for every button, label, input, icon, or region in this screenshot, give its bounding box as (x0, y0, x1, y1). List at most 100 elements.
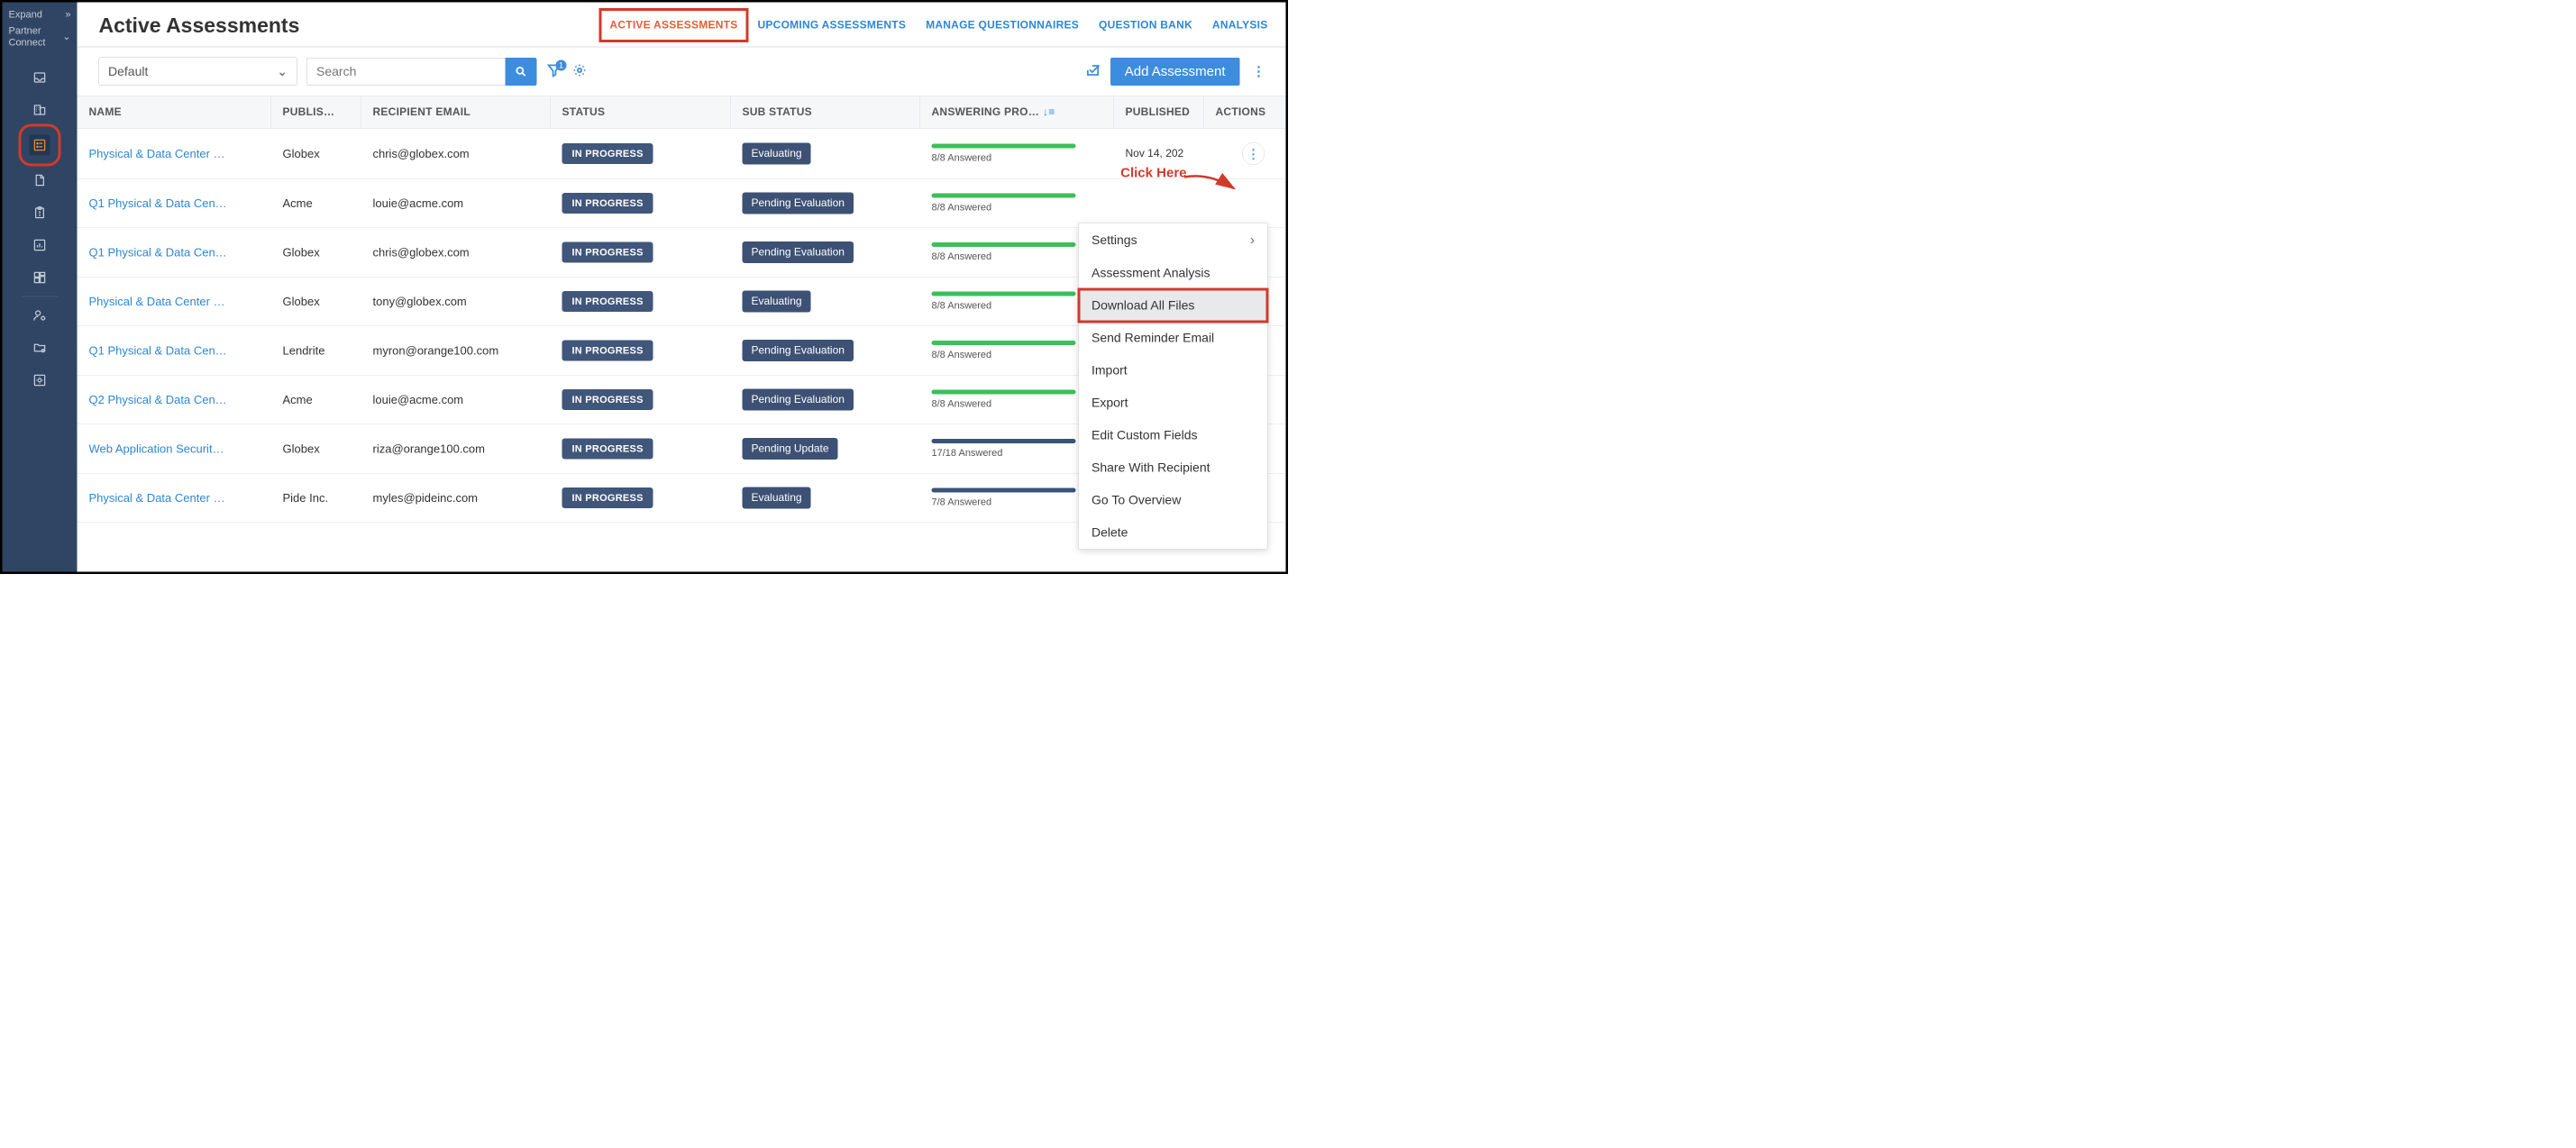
table-row: Physical & Data Center …Globexchris@glob… (78, 129, 1286, 179)
cell-publisher: Pide Inc. (271, 478, 361, 519)
menu-delete[interactable]: Delete (1079, 516, 1267, 549)
cell-publisher: Acme (271, 379, 361, 421)
progress-text: 8/8 Answered (932, 152, 1102, 164)
cell-publisher: Globex (271, 133, 361, 175)
search-input[interactable] (307, 58, 506, 86)
cell-email: myron@orange100.com (361, 330, 551, 371)
menu-share-recipient[interactable]: Share With Recipient (1079, 451, 1267, 484)
tab-active-assessments[interactable]: ACTIVE ASSESSMENTS (609, 19, 737, 32)
cell-status: IN PROGRESS (551, 327, 731, 375)
cell-email: louie@acme.com (361, 379, 551, 421)
menu-send-reminder[interactable]: Send Reminder Email (1079, 322, 1267, 354)
substatus-badge: Pending Evaluation (743, 193, 854, 214)
settings-icon[interactable] (32, 373, 48, 388)
menu-download-all-files[interactable]: Download All Files (1079, 289, 1267, 322)
sidebar-expand-label: Expand (9, 9, 42, 21)
add-assessment-button[interactable]: Add Assessment (1110, 58, 1240, 86)
sidebar-nav-2 (3, 308, 78, 388)
col-substatus[interactable]: SUB STATUS (731, 96, 920, 129)
row-actions-menu: Settings Assessment Analysis Download Al… (1079, 223, 1268, 550)
cell-actions (1204, 190, 1286, 217)
cell-substatus: Evaluating (731, 278, 920, 326)
progress-text: 17/18 Answered (932, 447, 1102, 459)
cell-publisher: Lendrite (271, 330, 361, 371)
status-badge: IN PROGRESS (562, 389, 653, 410)
substatus-badge: Evaluating (743, 487, 811, 509)
substatus-badge: Evaluating (743, 143, 811, 165)
status-badge: IN PROGRESS (562, 242, 653, 263)
cell-name[interactable]: Web Application Securit… (78, 428, 271, 469)
cell-name[interactable]: Physical & Data Center … (78, 478, 271, 519)
col-actions: ACTIONS (1204, 96, 1286, 129)
status-badge: IN PROGRESS (562, 439, 653, 460)
col-status[interactable]: STATUS (551, 96, 731, 129)
clipboard-alert-icon[interactable] (32, 205, 48, 221)
cell-progress: 8/8 Answered (920, 180, 1114, 227)
tab-manage-questionnaires[interactable]: MANAGE QUESTIONNAIRES (926, 19, 1079, 32)
col-name[interactable]: NAME (78, 96, 271, 129)
row-actions-button[interactable]: ⋮ (1242, 142, 1265, 165)
settings-gear-button[interactable] (572, 63, 588, 81)
menu-settings[interactable]: Settings (1079, 223, 1267, 257)
menu-import[interactable]: Import (1079, 354, 1267, 387)
progress-bar (932, 194, 1076, 198)
substatus-badge: Pending Evaluation (743, 241, 854, 263)
menu-edit-custom-fields[interactable]: Edit Custom Fields (1079, 419, 1267, 451)
building-icon[interactable] (32, 103, 48, 118)
cell-actions: ⋮ (1204, 129, 1286, 178)
tab-analysis[interactable]: ANALYSIS (1212, 19, 1268, 32)
cell-publisher: Globex (271, 232, 361, 273)
view-selector[interactable]: Default ⌄ (99, 58, 297, 87)
top-bar: Active Assessments ACTIVE ASSESSMENTS UP… (78, 3, 1286, 48)
view-selector-value: Default (108, 64, 148, 78)
cell-status: IN PROGRESS (551, 425, 731, 473)
checkbox-icon (1085, 63, 1101, 78)
cell-email: myles@pideinc.com (361, 478, 551, 519)
sidebar-divider (22, 296, 58, 297)
col-published[interactable]: PUBLISHED (1114, 96, 1204, 129)
menu-export[interactable]: Export (1079, 387, 1267, 419)
chevron-down-icon: ⌄ (277, 64, 288, 79)
col-email[interactable]: RECIPIENT EMAIL (361, 96, 551, 129)
cell-name[interactable]: Physical & Data Center … (78, 133, 271, 175)
cell-email: tony@globex.com (361, 281, 551, 323)
user-settings-icon[interactable] (32, 308, 48, 323)
filter-count-badge: 1 (556, 60, 567, 71)
assessments-icon[interactable] (30, 135, 50, 156)
cell-name[interactable]: Q1 Physical & Data Cen… (78, 330, 271, 371)
table-row: Q1 Physical & Data Cen…Acmelouie@acme.co… (78, 179, 1286, 229)
dashboard-icon[interactable] (32, 270, 48, 286)
search-button[interactable] (506, 58, 537, 86)
progress-text: 8/8 Answered (932, 300, 1102, 312)
cell-progress: 8/8 Answered (920, 131, 1114, 178)
sidebar-connect[interactable]: Partner Connect ⌄ (3, 24, 78, 58)
cell-name[interactable]: Q2 Physical & Data Cen… (78, 379, 271, 421)
cell-email: chris@globex.com (361, 232, 551, 273)
tab-upcoming-assessments[interactable]: UPCOMING ASSESSMENTS (757, 19, 906, 32)
cell-publisher: Globex (271, 281, 361, 323)
inbox-icon[interactable] (32, 70, 48, 86)
checkbox-button[interactable] (1085, 63, 1101, 81)
folder-settings-icon[interactable] (32, 341, 48, 356)
col-publisher[interactable]: PUBLIS… (271, 96, 361, 129)
progress-text: 8/8 Answered (932, 349, 1102, 360)
chevron-down-icon: ⌄ (62, 31, 70, 42)
menu-assessment-analysis[interactable]: Assessment Analysis (1079, 257, 1267, 289)
sidebar-expand[interactable]: Expand » (3, 3, 78, 24)
document-icon[interactable] (32, 173, 48, 188)
cell-email: riza@orange100.com (361, 428, 551, 469)
menu-go-to-overview[interactable]: Go To Overview (1079, 484, 1267, 516)
cell-substatus: Pending Evaluation (731, 179, 920, 228)
progress-bar (932, 292, 1076, 296)
substatus-badge: Evaluating (743, 291, 811, 313)
cell-name[interactable]: Q1 Physical & Data Cen… (78, 232, 271, 273)
col-progress[interactable]: ANSWERING PRO…↓≡ (920, 96, 1114, 129)
search-wrap (307, 58, 537, 86)
cell-name[interactable]: Physical & Data Center … (78, 281, 271, 323)
tab-question-bank[interactable]: QUESTION BANK (1099, 19, 1192, 32)
cell-name[interactable]: Q1 Physical & Data Cen… (78, 183, 271, 224)
toolbar-kebab[interactable]: ⋮ (1250, 64, 1268, 80)
chart-icon[interactable] (32, 238, 48, 253)
cell-publisher: Acme (271, 183, 361, 224)
filter-button[interactable]: 1 (547, 63, 562, 81)
